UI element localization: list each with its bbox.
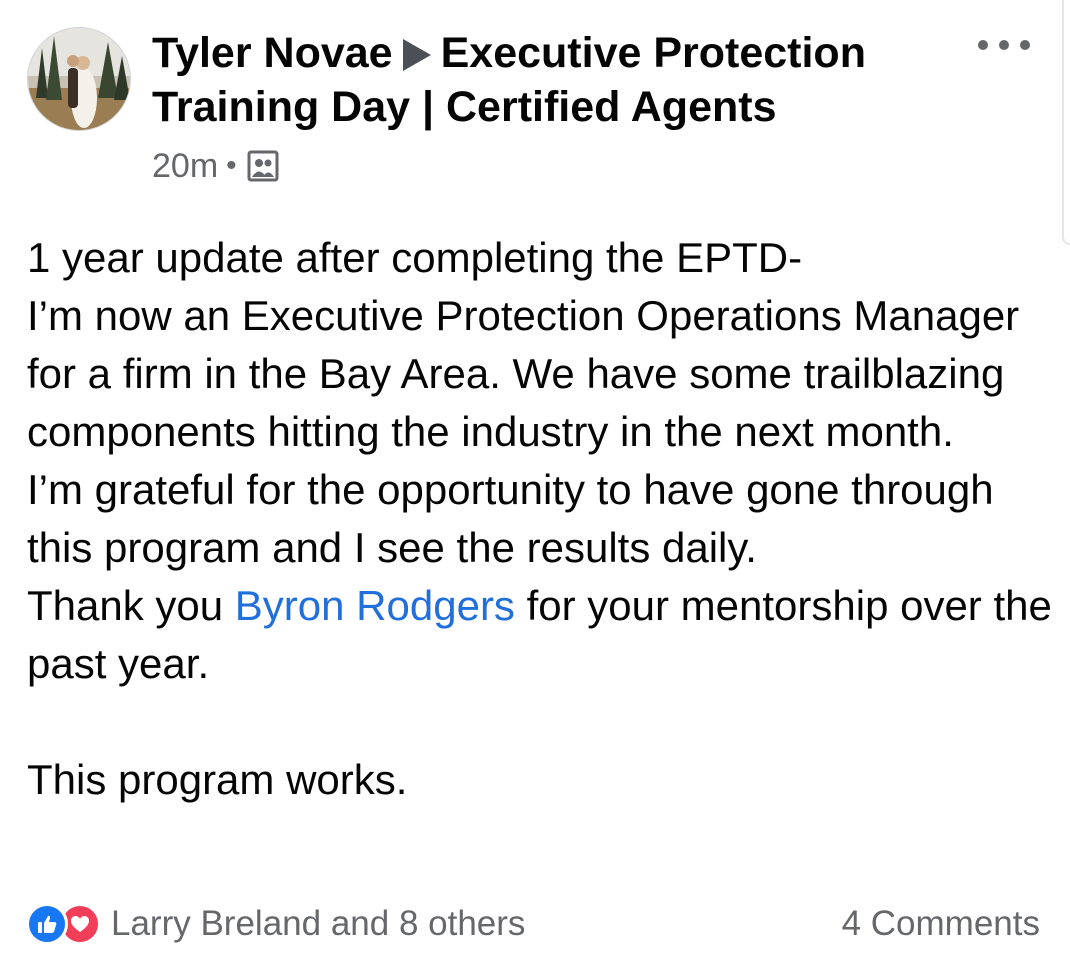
post-text-paragraph: I’m now an Executive Protection Operatio… xyxy=(27,292,1020,455)
meta-separator: • xyxy=(226,149,237,182)
scroll-edge xyxy=(1062,0,1070,245)
post-body: 1 year update after completing the EPTD-… xyxy=(27,229,1057,809)
more-dot xyxy=(999,40,1009,50)
author-name[interactable]: Tyler Novae xyxy=(152,29,393,77)
more-options-button[interactable] xyxy=(978,32,1030,58)
more-dot xyxy=(1020,40,1030,50)
avatar-photo xyxy=(28,28,130,130)
post-meta: 20m • xyxy=(152,142,279,190)
post-text-paragraph: I’m grateful for the opportunity to have… xyxy=(27,466,994,571)
post-text-line: 1 year update after completing the EPTD- xyxy=(27,234,803,281)
author-avatar[interactable] xyxy=(27,27,131,131)
thanks-prefix: Thank you xyxy=(27,582,235,629)
group-members-icon xyxy=(247,150,279,182)
reactions-text: Larry Breland and 8 others xyxy=(111,904,526,943)
more-dot xyxy=(978,40,988,50)
post-timestamp[interactable]: 20m xyxy=(152,147,218,186)
post-text-closing: This program works. xyxy=(27,756,408,803)
mention-link[interactable]: Byron Rodgers xyxy=(235,582,515,629)
like-icon xyxy=(26,903,68,945)
reactions-summary[interactable]: Larry Breland and 8 others xyxy=(26,898,525,950)
post-header-title: Tyler Novae Executive Protection Training… xyxy=(152,26,932,134)
comments-count-link[interactable]: 4 Comments xyxy=(842,898,1040,950)
reaction-icons xyxy=(26,903,101,945)
feed-post: Tyler Novae Executive Protection Training… xyxy=(0,0,1070,980)
post-text-thanks: Thank you Byron Rodgers for your mentors… xyxy=(27,577,1057,693)
triangle-right-icon xyxy=(402,39,431,71)
